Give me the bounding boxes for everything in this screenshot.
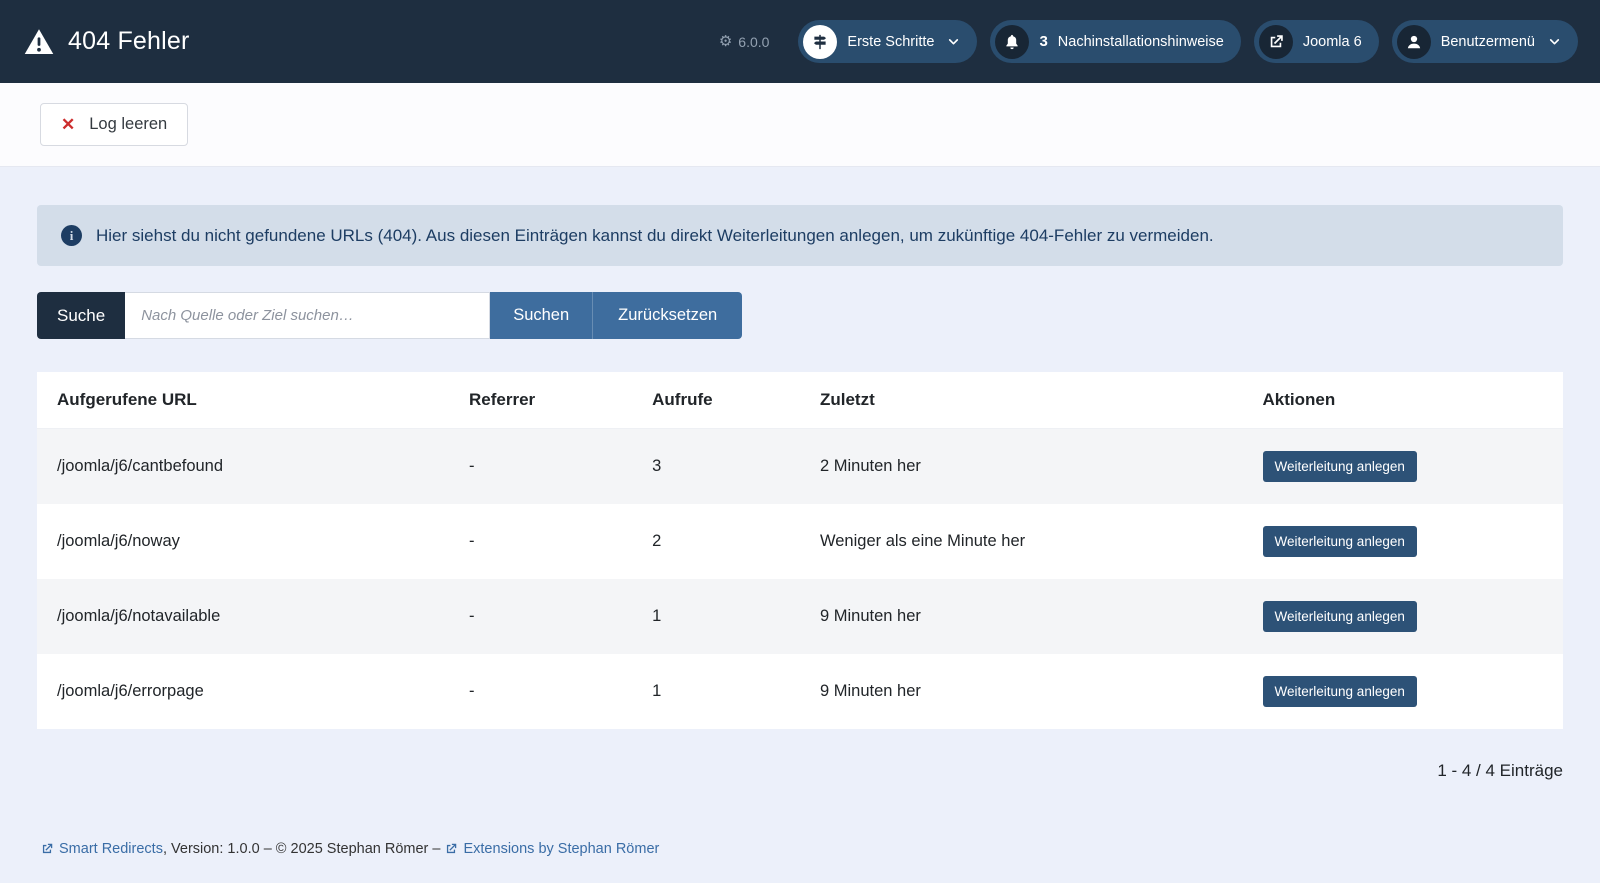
table-row: /joomla/j6/cantbefound - 3 2 Minuten her…	[37, 429, 1563, 505]
extensions-link-label: Extensions by Stephan Römer	[463, 841, 659, 857]
cell-hits: 2	[632, 504, 800, 579]
table-row: /joomla/j6/notavailable - 1 9 Minuten he…	[37, 579, 1563, 654]
bell-icon	[995, 25, 1029, 59]
col-header-last: Zuletzt	[800, 372, 1243, 429]
table-row: /joomla/j6/errorpage - 1 9 Minuten her W…	[37, 654, 1563, 729]
external-link-icon	[444, 842, 458, 856]
search-bar: Suche Suchen Zurücksetzen	[37, 292, 1563, 339]
page-title: 404 Fehler	[68, 27, 190, 56]
version-icon: ⚙	[719, 34, 732, 49]
cell-referrer: -	[449, 429, 632, 505]
create-redirect-button[interactable]: Weiterleitung anlegen	[1263, 676, 1417, 707]
guided-tours-label: Erste Schritte	[847, 34, 934, 50]
guided-tours-button[interactable]: Erste Schritte	[798, 20, 977, 63]
version-number: 6.0.0	[738, 34, 769, 50]
cell-actions: Weiterleitung anlegen	[1243, 429, 1563, 505]
external-link-icon	[1259, 25, 1293, 59]
col-header-referrer: Referrer	[449, 372, 632, 429]
smart-redirects-label: Smart Redirects	[59, 841, 163, 857]
user-icon	[1397, 25, 1431, 59]
joomla-site-button[interactable]: Joomla 6	[1254, 20, 1379, 63]
cell-referrer: -	[449, 504, 632, 579]
search-reset-button[interactable]: Zurücksetzen	[592, 292, 742, 339]
errors-table: Aufgerufene URL Referrer Aufrufe Zuletzt…	[37, 372, 1563, 729]
pagination-info: 1 - 4 / 4 Einträge	[37, 761, 1563, 781]
cell-last: 9 Minuten her	[800, 654, 1243, 729]
info-icon: i	[61, 225, 82, 246]
chevron-down-icon	[944, 35, 960, 48]
cell-referrer: -	[449, 654, 632, 729]
cell-url: /joomla/j6/errorpage	[37, 654, 449, 729]
table-body: /joomla/j6/cantbefound - 3 2 Minuten her…	[37, 429, 1563, 730]
cell-last: 9 Minuten her	[800, 579, 1243, 654]
user-menu-button[interactable]: Benutzermenü	[1392, 20, 1578, 63]
clear-log-button[interactable]: ✕ Log leeren	[40, 103, 188, 146]
postinstall-messages-button[interactable]: 3 Nachinstallationshinweise	[990, 20, 1240, 63]
table-row: /joomla/j6/noway - 2 Weniger als eine Mi…	[37, 504, 1563, 579]
col-header-url: Aufgerufene URL	[37, 372, 449, 429]
cell-url: /joomla/j6/noway	[37, 504, 449, 579]
cell-url: /joomla/j6/cantbefound	[37, 429, 449, 505]
create-redirect-button[interactable]: Weiterleitung anlegen	[1263, 526, 1417, 557]
external-link-icon	[40, 842, 54, 856]
cell-referrer: -	[449, 579, 632, 654]
header-title-group: 404 Fehler	[24, 27, 190, 57]
page-footer: Smart Redirects , Version: 1.0.0 – © 202…	[0, 841, 1600, 857]
cell-last: 2 Minuten her	[800, 429, 1243, 505]
main-content: i Hier siehst du nicht gefundene URLs (4…	[0, 167, 1600, 781]
search-input[interactable]	[125, 292, 490, 339]
table-header-row: Aufgerufene URL Referrer Aufrufe Zuletzt…	[37, 372, 1563, 429]
admin-header: 404 Fehler ⚙ 6.0.0 Erste Schritte 3 Nach…	[0, 0, 1600, 83]
cell-hits: 3	[632, 429, 800, 505]
extensions-link[interactable]: Extensions by Stephan Römer	[444, 841, 659, 857]
cell-hits: 1	[632, 579, 800, 654]
search-label: Suche	[37, 292, 125, 339]
joomla-site-label: Joomla 6	[1303, 34, 1362, 50]
create-redirect-button[interactable]: Weiterleitung anlegen	[1263, 451, 1417, 482]
cell-hits: 1	[632, 654, 800, 729]
footer-text: , Version: 1.0.0 – © 2025 Stephan Römer …	[163, 841, 445, 857]
clear-icon: ✕	[61, 116, 75, 133]
cell-actions: Weiterleitung anlegen	[1243, 654, 1563, 729]
cell-last: Weniger als eine Minute her	[800, 504, 1243, 579]
cell-actions: Weiterleitung anlegen	[1243, 504, 1563, 579]
info-alert: i Hier siehst du nicht gefundene URLs (4…	[37, 205, 1563, 266]
toolbar: ✕ Log leeren	[0, 83, 1600, 167]
clear-log-label: Log leeren	[89, 115, 167, 134]
create-redirect-button[interactable]: Weiterleitung anlegen	[1263, 601, 1417, 632]
notification-count: 3	[1039, 33, 1047, 50]
alert-text: Hier siehst du nicht gefundene URLs (404…	[96, 226, 1214, 246]
user-menu-label: Benutzermenü	[1441, 34, 1535, 50]
chevron-down-icon	[1545, 35, 1561, 48]
cell-actions: Weiterleitung anlegen	[1243, 579, 1563, 654]
header-actions: ⚙ 6.0.0 Erste Schritte 3 Nachinstallatio…	[719, 20, 1578, 63]
joomla-version: ⚙ 6.0.0	[719, 34, 770, 50]
map-signs-icon	[803, 25, 837, 59]
postinstall-label: Nachinstallationshinweise	[1058, 34, 1224, 50]
search-submit-button[interactable]: Suchen	[490, 292, 592, 339]
cell-url: /joomla/j6/notavailable	[37, 579, 449, 654]
col-header-actions: Aktionen	[1243, 372, 1563, 429]
table-head: Aufgerufene URL Referrer Aufrufe Zuletzt…	[37, 372, 1563, 429]
smart-redirects-link[interactable]: Smart Redirects	[40, 841, 163, 857]
col-header-hits: Aufrufe	[632, 372, 800, 429]
warning-icon	[24, 27, 54, 57]
